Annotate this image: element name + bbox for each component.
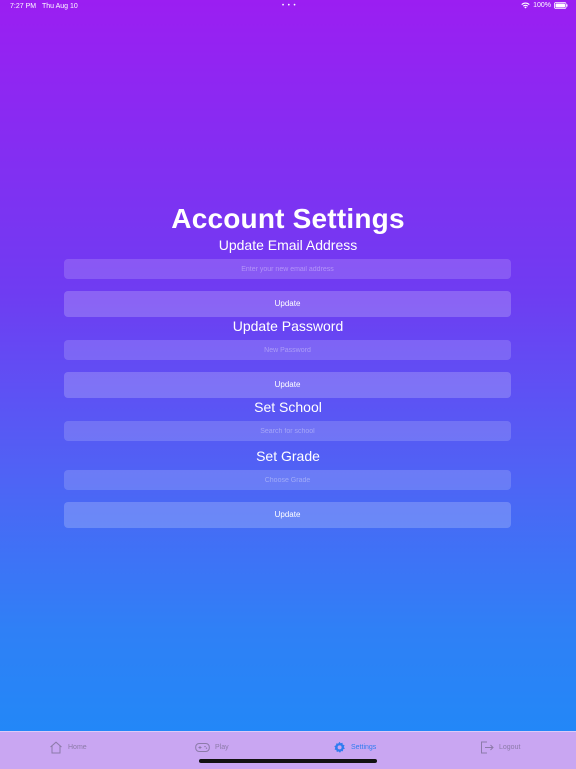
tab-logout-label: Logout	[499, 743, 521, 751]
status-time: 7:27 PM	[10, 3, 37, 10]
email-section-label: Update Email Address	[218, 237, 358, 253]
update-password-button[interactable]: Update	[64, 372, 511, 398]
status-date: Thu Aug 10	[42, 3, 78, 10]
wifi-icon	[521, 2, 530, 9]
grade-field[interactable]	[64, 470, 511, 490]
tab-settings[interactable]: Settings	[333, 739, 376, 755]
tab-logout[interactable]: Logout	[480, 739, 520, 755]
tab-play[interactable]: Play	[195, 739, 229, 755]
grade-section-label: Set Grade	[256, 448, 320, 464]
update-email-button[interactable]: Update	[64, 291, 511, 317]
school-search-field[interactable]	[64, 421, 511, 441]
tab-home-label: Home	[68, 743, 87, 751]
password-section-label: Update Password	[232, 318, 344, 334]
home-icon	[49, 741, 63, 754]
school-section-label: Set School	[254, 399, 322, 415]
email-field[interactable]	[64, 259, 511, 279]
page-title: Account Settings	[171, 203, 405, 234]
logout-icon	[480, 741, 494, 754]
tab-home[interactable]: Home	[49, 739, 87, 755]
gamepad-icon	[195, 742, 210, 753]
tab-bar: Home Play Settings Logout	[0, 731, 576, 769]
battery-icon	[554, 2, 568, 9]
tab-play-label: Play	[215, 743, 229, 751]
status-right: 100%	[521, 2, 568, 9]
password-field[interactable]	[64, 340, 511, 360]
home-indicator[interactable]	[199, 759, 377, 763]
status-bar: 7:27 PM Thu Aug 10 • • • 100%	[0, 0, 576, 14]
multitasking-dots[interactable]: • • •	[282, 3, 297, 9]
gear-icon	[333, 741, 346, 754]
update-grade-button[interactable]: Update	[64, 502, 511, 528]
battery-percent: 100%	[533, 2, 551, 9]
tab-settings-label: Settings	[351, 743, 377, 751]
